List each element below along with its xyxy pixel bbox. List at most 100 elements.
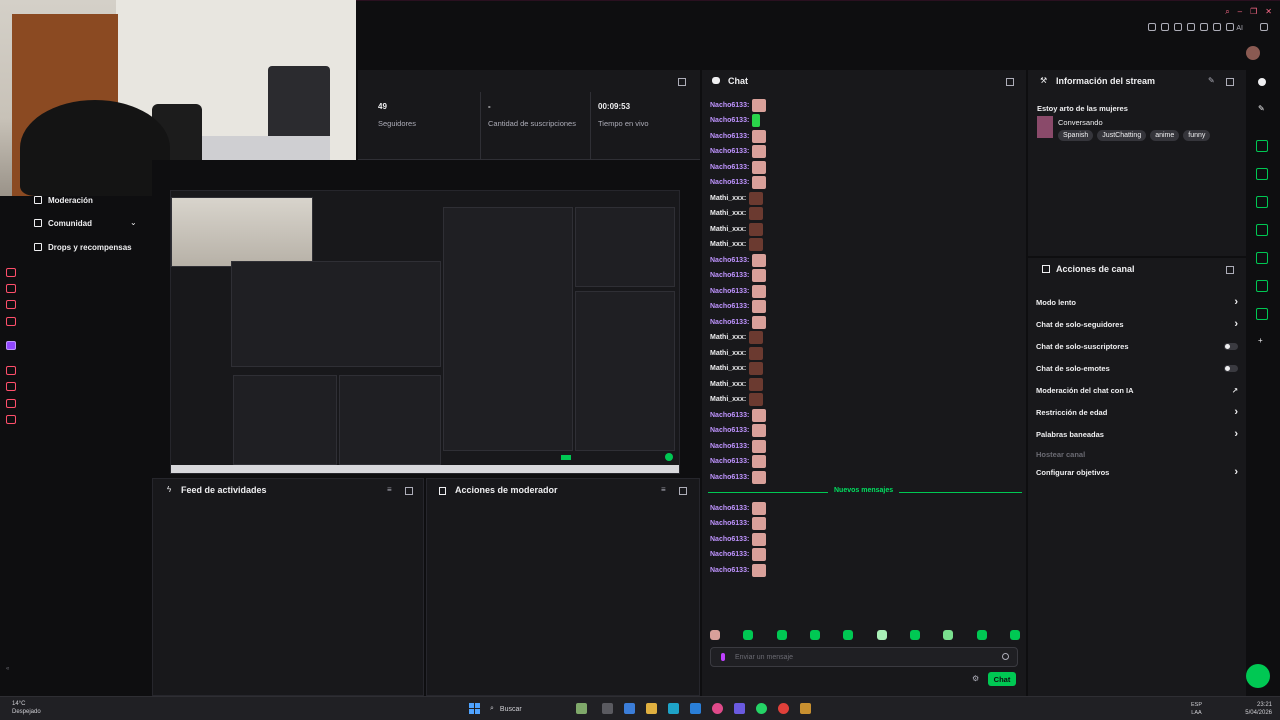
rail-icon-7[interactable] (6, 399, 16, 408)
popout-icon[interactable] (679, 487, 687, 495)
sidebar-item-drops[interactable]: Drops y recompensas (34, 240, 132, 254)
stream-preview[interactable] (152, 160, 700, 478)
app-icon[interactable] (690, 703, 701, 714)
rail-icon-2[interactable] (6, 284, 16, 293)
stream-category[interactable]: Conversando (1058, 118, 1103, 127)
channel-action-row[interactable]: Chat de solo-suscriptores (1036, 340, 1238, 352)
filter-icon[interactable]: ≡ (387, 485, 392, 494)
app-icon[interactable] (576, 703, 587, 714)
download-icon[interactable] (1213, 23, 1221, 31)
chat-input[interactable]: Enviar un mensaje (710, 647, 1018, 667)
chat-username[interactable]: Nacho6133: (710, 148, 749, 155)
folder-icon[interactable] (646, 703, 657, 714)
chat-send-button[interactable]: Chat (988, 672, 1016, 686)
window-controls[interactable]: ⌕ – ❐ ✕ (1225, 7, 1272, 17)
chat-username[interactable]: Nacho6133: (710, 164, 749, 171)
chat-username[interactable]: Nacho6133: (710, 567, 749, 574)
emote-button[interactable] (710, 630, 720, 640)
taskbar-search[interactable]: ⌕ Buscar (490, 701, 560, 717)
play-icon[interactable] (1187, 23, 1195, 31)
clip-icon[interactable] (1161, 23, 1169, 31)
language-indicator[interactable]: ESP LAA (1191, 701, 1202, 717)
app-icon[interactable] (734, 703, 745, 714)
user-icon[interactable] (1226, 23, 1234, 31)
heart-icon[interactable] (1200, 23, 1208, 31)
app-icon[interactable] (800, 703, 811, 714)
ai-label[interactable]: AI (1236, 25, 1243, 32)
popout-icon[interactable] (678, 78, 686, 86)
emote-button[interactable] (843, 630, 854, 640)
whatsapp-icon[interactable] (756, 703, 767, 714)
quick-action-button[interactable] (1256, 196, 1268, 208)
sidebar-item-comunidad[interactable]: Comunidad (34, 216, 92, 230)
rail-icon-5[interactable] (6, 366, 16, 375)
minimize-icon[interactable]: – (1238, 7, 1242, 17)
chat-username[interactable]: Nacho6133: (710, 133, 749, 140)
rail-icon-6[interactable] (6, 382, 16, 391)
emote-picker-icon[interactable] (1002, 653, 1009, 660)
quick-action-button[interactable] (1256, 280, 1268, 292)
chat-username[interactable]: Nacho6133: (710, 272, 749, 279)
chat-username[interactable]: Mathi_xxx: (710, 241, 746, 248)
chat-username[interactable]: Mathi_xxx: (710, 381, 746, 388)
rail-icon-1[interactable] (6, 268, 16, 277)
quick-action-button[interactable] (1256, 308, 1268, 320)
app-icon[interactable] (602, 703, 613, 714)
popout-icon[interactable] (405, 487, 413, 495)
chat-username[interactable]: Nacho6133: (710, 427, 749, 434)
toggle-switch[interactable] (1224, 342, 1238, 350)
avatar[interactable] (1246, 46, 1260, 60)
chat-username[interactable]: Nacho6133: (710, 412, 749, 419)
emote-button[interactable] (909, 630, 920, 640)
chat-username[interactable]: Mathi_xxx: (710, 334, 746, 341)
app-icon[interactable] (624, 703, 635, 714)
close-icon[interactable]: ✕ (1265, 7, 1272, 17)
quick-action-button[interactable] (1256, 252, 1268, 264)
emote-button[interactable] (1009, 630, 1020, 640)
info-icon[interactable] (1258, 78, 1266, 86)
quick-action-button[interactable] (1256, 168, 1268, 180)
channel-action-row[interactable]: Modo lento › (1036, 296, 1238, 308)
edit-icon[interactable]: ✎ (1208, 76, 1215, 85)
rail-icon-3[interactable] (6, 300, 16, 309)
emote-button[interactable] (743, 630, 754, 640)
chat-username[interactable]: Nacho6133: (710, 303, 749, 310)
chat-username[interactable]: Nacho6133: (710, 102, 749, 109)
channel-action-row[interactable]: Moderación del chat con IA ↗ (1036, 384, 1238, 396)
chat-username[interactable]: Nacho6133: (710, 443, 749, 450)
chat-username[interactable]: Mathi_xxx: (710, 195, 746, 202)
pencil-icon[interactable]: ✎ (1258, 104, 1265, 113)
clock[interactable]: 23:21 5/04/2026 (1245, 701, 1272, 717)
popout-icon[interactable] (1006, 78, 1014, 86)
channel-action-row[interactable]: Configurar objetivos › (1036, 466, 1238, 478)
rail-icon-4[interactable] (6, 317, 16, 326)
chat-username[interactable]: Mathi_xxx: (710, 396, 746, 403)
chat-username[interactable]: Nacho6133: (710, 257, 749, 264)
restore-icon[interactable]: ❐ (1250, 7, 1257, 17)
chat-username[interactable]: Mathi_xxx: (710, 210, 746, 217)
chat-fab-button[interactable] (1246, 664, 1270, 688)
menu-icon[interactable] (1260, 23, 1268, 31)
quick-action-button[interactable] (1256, 224, 1268, 236)
windows-start-icon[interactable] (469, 703, 480, 714)
chrome-icon[interactable] (778, 703, 789, 714)
toggle-switch[interactable] (1224, 364, 1238, 372)
popout-icon[interactable] (1226, 266, 1234, 274)
tag[interactable]: anime (1150, 130, 1180, 141)
channel-action-row[interactable]: Restricción de edad › (1036, 406, 1238, 418)
chat-username[interactable]: Mathi_xxx: (710, 350, 746, 357)
chat-username[interactable]: Nacho6133: (710, 505, 749, 512)
chat-username[interactable]: Nacho6133: (710, 288, 749, 295)
chat-username[interactable]: Nacho6133: (710, 536, 749, 543)
opera-icon[interactable] (712, 703, 723, 714)
collapse-icon[interactable]: « (6, 666, 9, 672)
chat-username[interactable]: Nacho6133: (710, 319, 749, 326)
chevron-down-icon[interactable]: ⌄ (130, 218, 137, 227)
quick-action-button[interactable] (1256, 140, 1268, 152)
chat-username[interactable]: Nacho6133: (710, 474, 749, 481)
gear-icon[interactable]: ⚙ (972, 674, 979, 683)
channel-action-row[interactable]: Chat de solo-emotes (1036, 362, 1238, 374)
chat-username[interactable]: Mathi_xxx: (710, 365, 746, 372)
mic-icon[interactable] (721, 653, 725, 661)
emote-button[interactable] (809, 630, 820, 640)
